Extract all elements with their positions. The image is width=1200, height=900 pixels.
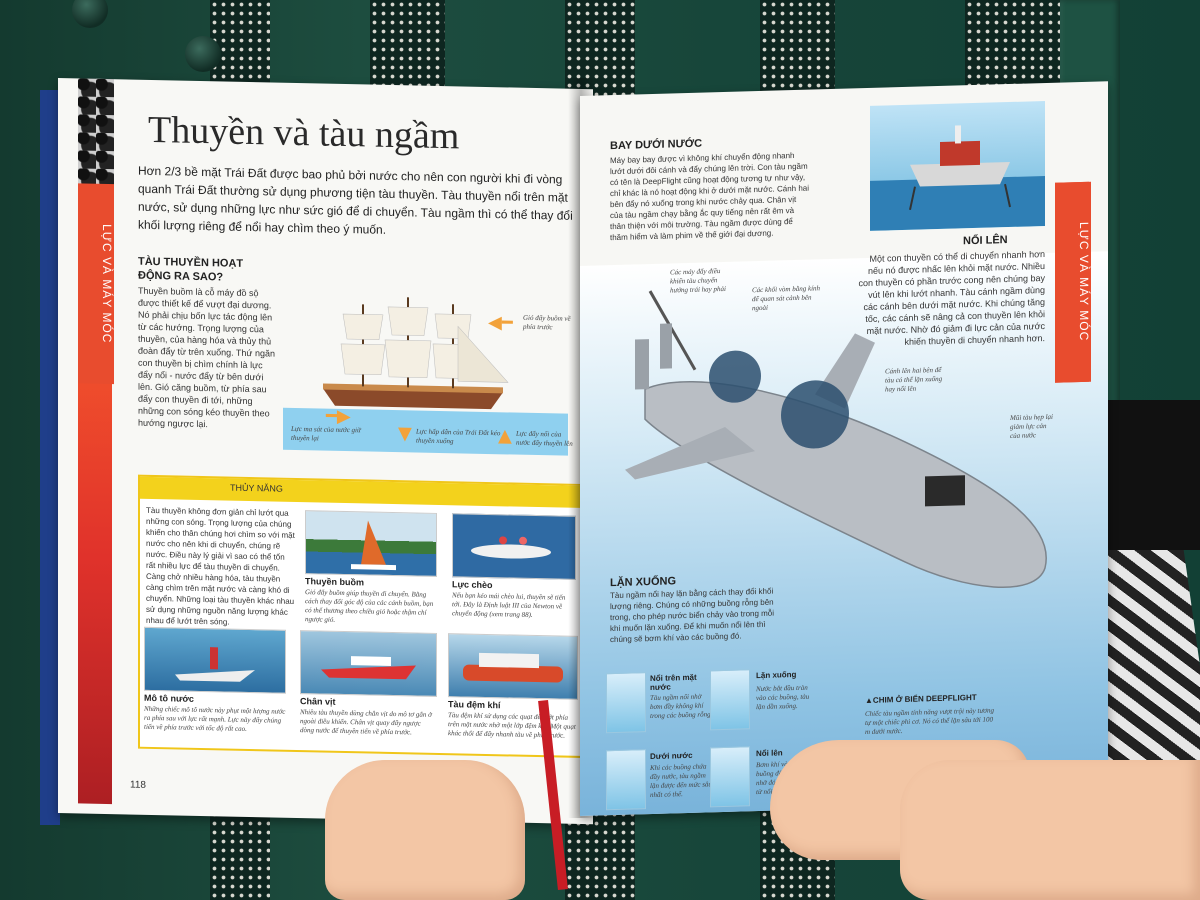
diagram-underwater xyxy=(606,749,646,811)
section-heading: TÀU THUYỀN HOẠT ĐỘNG RA SAO? xyxy=(138,255,244,284)
page-number: 118 xyxy=(130,779,146,791)
diagram-caption: Tàu ngầm nổi nhờ bơm đầy không khí trong… xyxy=(650,692,713,721)
book-cover-edge xyxy=(40,90,60,825)
jetski-image xyxy=(175,647,255,682)
door-bolt xyxy=(185,36,221,72)
friction-caption: Lực ma sát của nước giữ thuyền lại xyxy=(291,424,361,443)
side-tab-label: LỰC VÀ MÁY MÓC xyxy=(100,224,114,344)
box-text: Tàu thuyền không đơn giản chỉ lướt qua n… xyxy=(146,505,295,627)
diagram-title: Nổi trên mặt nước xyxy=(650,672,697,693)
deepflight-caption: Chiếc tàu ngầm tính năng vượt trội này t… xyxy=(865,706,995,737)
photo-title: Lực chèo xyxy=(452,579,493,591)
box-title: THỦY NĂNG xyxy=(230,482,283,494)
photo-rowing xyxy=(452,513,576,580)
photo-caption: Nếu bạn kéo mái chèo lui, thuyền sẽ tiến… xyxy=(452,591,566,619)
left-side-tab: LỰC VÀ MÁY MÓC xyxy=(78,183,114,385)
photo-scene: LỰC VÀ MÁY MÓC Thuyền và tàu ngầm Hơn 2/… xyxy=(0,0,1200,900)
gears-decoration xyxy=(78,78,114,190)
diagram-title: Nổi lên xyxy=(756,748,783,759)
diagram-caption: Nước bắt đầu tràn vào các buồng, tàu lặn… xyxy=(756,683,810,712)
intro-paragraph: Hơn 2/3 bề mặt Trái Đất được bao phủ bởi… xyxy=(138,163,573,237)
dark-jacket xyxy=(1105,400,1200,550)
section-body: Thuyền buồm là cỗ máy đồ sộ được thiết k… xyxy=(138,285,275,430)
side-tab-label: LỰC VÀ MÁY MÓC xyxy=(1077,222,1091,342)
dome-caption: Các khối vòm bằng kính để quan sát cảnh … xyxy=(752,284,821,313)
sailboat-image xyxy=(351,520,396,571)
photo-title: Thuyền buồm xyxy=(305,576,364,588)
friction-arrow-icon: ━▶ xyxy=(326,405,351,428)
diagram-title: Dưới nước xyxy=(650,750,693,762)
buoyancy-caption: Lực đẩy nổi của nước đẩy thuyền lên xyxy=(516,429,573,448)
photo-title: Tàu đệm khí xyxy=(448,699,501,711)
photo-jetski xyxy=(144,626,286,694)
dive-heading: LẶN XUỐNG xyxy=(610,575,676,590)
deepflight-submarine-image xyxy=(625,290,1047,588)
photo-caption: Gió đẩy buồm giúp thuyền di chuyển. Bằng… xyxy=(305,588,434,624)
rowboat-image xyxy=(471,536,551,559)
photo-caption: Nhiều tàu thuyền dùng chân vịt do mô tơ … xyxy=(300,708,432,737)
wings-caption: Cánh lên hai bên để tàu có thể lặn xuống… xyxy=(885,365,943,394)
wind-arrow-icon: ◀━ xyxy=(488,312,513,334)
photo-hovercraft xyxy=(448,633,578,700)
photo-title: Mô tô nước xyxy=(144,692,194,704)
diagram-floating xyxy=(606,672,646,734)
diagram-surfacing xyxy=(710,746,750,808)
hydro-power-box: THỦY NĂNG Tàu thuyền không đơn giản chỉ … xyxy=(138,474,582,758)
sailing-ship-image xyxy=(323,297,509,410)
diagram-caption: Khi các buồng chứa đầy nước, tàu ngầm lặ… xyxy=(650,762,712,800)
open-book: LỰC VÀ MÁY MÓC Thuyền và tàu ngầm Hơn 2/… xyxy=(40,78,1110,825)
fly-heading: BAY DƯỚI NƯỚC xyxy=(610,137,703,153)
buoyancy-arrow-icon: ▲ xyxy=(498,425,512,447)
hovercraft-image xyxy=(463,652,563,683)
dive-body: Tàu ngầm nổi hay lặn bằng cách thay đổi … xyxy=(610,586,775,645)
rise-heading: NỔI LÊN xyxy=(963,234,1008,248)
thruster-caption: Các máy đẩy điều khiển tàu chuyển hướng … xyxy=(670,267,726,295)
photo-speedboat xyxy=(300,630,437,697)
gravity-caption: Lực hấp dẫn của Trái Đất kéo thuyền xuốn… xyxy=(416,427,501,446)
diagram-diving xyxy=(710,669,750,731)
left-page: LỰC VÀ MÁY MÓC Thuyền và tàu ngầm Hơn 2/… xyxy=(58,78,593,825)
photo-title: Chân vịt xyxy=(300,696,336,707)
fly-body: Máy bay bay được vì không khí chuyển độn… xyxy=(610,151,809,243)
hydrofoil-photo xyxy=(870,101,1045,231)
hydrofoil-image xyxy=(870,125,1045,231)
photo-sailboat xyxy=(305,510,437,577)
nose-caption: Mũi tàu hẹp lại giảm lực cản của nước xyxy=(1010,412,1053,440)
photo-caption: Những chiếc mô tô nước này phụt một lượn… xyxy=(144,704,286,733)
right-hand xyxy=(900,760,1200,900)
left-thumb xyxy=(325,760,525,900)
page-title: Thuyền và tàu ngầm xyxy=(148,108,460,158)
box-header: THỦY NĂNG xyxy=(140,476,580,508)
diagram-title: Lặn xuống xyxy=(756,669,797,681)
right-page: BAY DƯỚI NƯỚC Máy bay bay được vì không … xyxy=(580,81,1108,817)
photo-caption: Tàu đệm khí sử dụng các quạt để lướt phí… xyxy=(448,711,576,740)
gravity-arrow-icon: ▼ xyxy=(398,423,412,445)
speedboat-image xyxy=(321,656,416,680)
